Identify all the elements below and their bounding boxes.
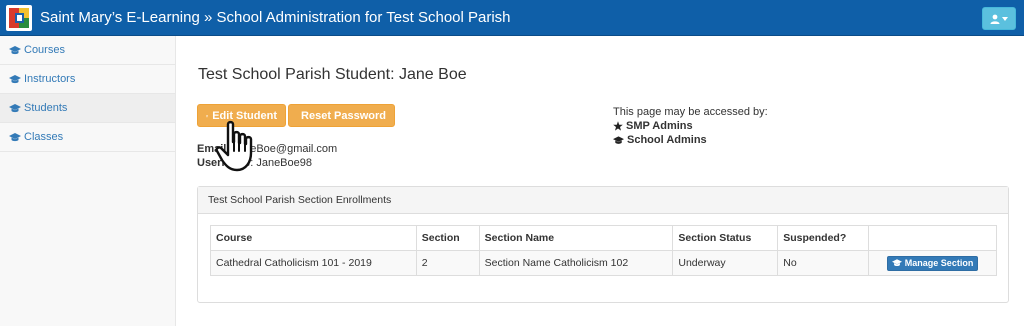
sidebar-nav: Courses Instructors Students Classes (0, 36, 176, 326)
column-header (868, 225, 997, 251)
sidebar-item-classes[interactable]: Classes (0, 123, 175, 152)
sidebar-item-courses[interactable]: Courses (0, 36, 175, 65)
star-icon (613, 121, 623, 131)
sidebar-item-instructors[interactable]: Instructors (0, 65, 175, 94)
user-icon (990, 14, 1000, 24)
graduation-cap-icon (9, 103, 21, 112)
sidebar-item-label: Instructors (24, 73, 76, 85)
access-role-label: SMP Admins (626, 120, 693, 132)
username-value: JaneBoe98 (256, 157, 312, 169)
access-role-school: School Admins (613, 133, 768, 147)
manage-section-label: Manage Section (904, 258, 974, 268)
column-header: Course (210, 225, 417, 251)
graduation-cap-icon (9, 74, 21, 83)
enrollments-table: Course Section Section Name Section Stat… (210, 225, 997, 276)
user-menu-button[interactable] (982, 7, 1016, 30)
section-name-cell: Section Name Catholicism 102 (478, 250, 674, 276)
hand-cursor-icon (215, 120, 253, 172)
panel-heading: Test School Parish Section Enrollments (198, 187, 1008, 214)
graduation-cap-icon (891, 259, 902, 267)
enrollments-panel: Test School Parish Section Enrollments C… (197, 186, 1009, 303)
course-cell: Cathedral Catholicism 101 - 2019 (210, 250, 417, 276)
caret-down-icon (1002, 16, 1008, 21)
graduation-cap-icon (9, 132, 21, 141)
edit-icon (206, 114, 209, 117)
app-title[interactable]: Saint Mary’s E-Learning » School Adminis… (40, 9, 511, 26)
suspended-cell: No (777, 250, 870, 276)
column-header: Section Status (672, 225, 779, 251)
sidebar-item-label: Students (24, 102, 68, 114)
sidebar-item-students[interactable]: Students (0, 94, 175, 123)
access-role-smp: SMP Admins (613, 119, 768, 133)
brand-logo[interactable] (6, 5, 32, 31)
reset-password-button[interactable]: Reset Password (288, 104, 395, 127)
section-status-cell: Underway (672, 250, 779, 276)
table-row: Cathedral Catholicism 101 - 2019 2 Secti… (210, 250, 997, 276)
reset-password-label: Reset Password (301, 109, 386, 122)
graduation-cap-icon (613, 135, 624, 144)
page-title: Test School Parish Student: Jane Boe (198, 66, 467, 83)
column-header: Suspended? (777, 225, 870, 251)
action-cell: Manage Section (868, 250, 997, 276)
sidebar-item-label: Courses (24, 44, 65, 56)
column-header: Section (415, 225, 480, 251)
sidebar-item-label: Classes (24, 131, 64, 143)
manage-section-button[interactable]: Manage Section (886, 255, 979, 271)
top-navbar: Saint Mary’s E-Learning » School Adminis… (0, 0, 1024, 36)
access-role-label: School Admins (627, 134, 707, 146)
access-intro: This page may be accessed by: (613, 106, 768, 118)
access-info: This page may be accessed by: SMP Admins… (613, 105, 768, 147)
column-header: Section Name (478, 225, 674, 251)
table-header-row: Course Section Section Name Section Stat… (210, 225, 997, 251)
main-content: Test School Parish Student: Jane Boe Edi… (177, 36, 1024, 326)
section-cell: 2 (415, 250, 480, 276)
graduation-cap-icon (9, 45, 21, 54)
